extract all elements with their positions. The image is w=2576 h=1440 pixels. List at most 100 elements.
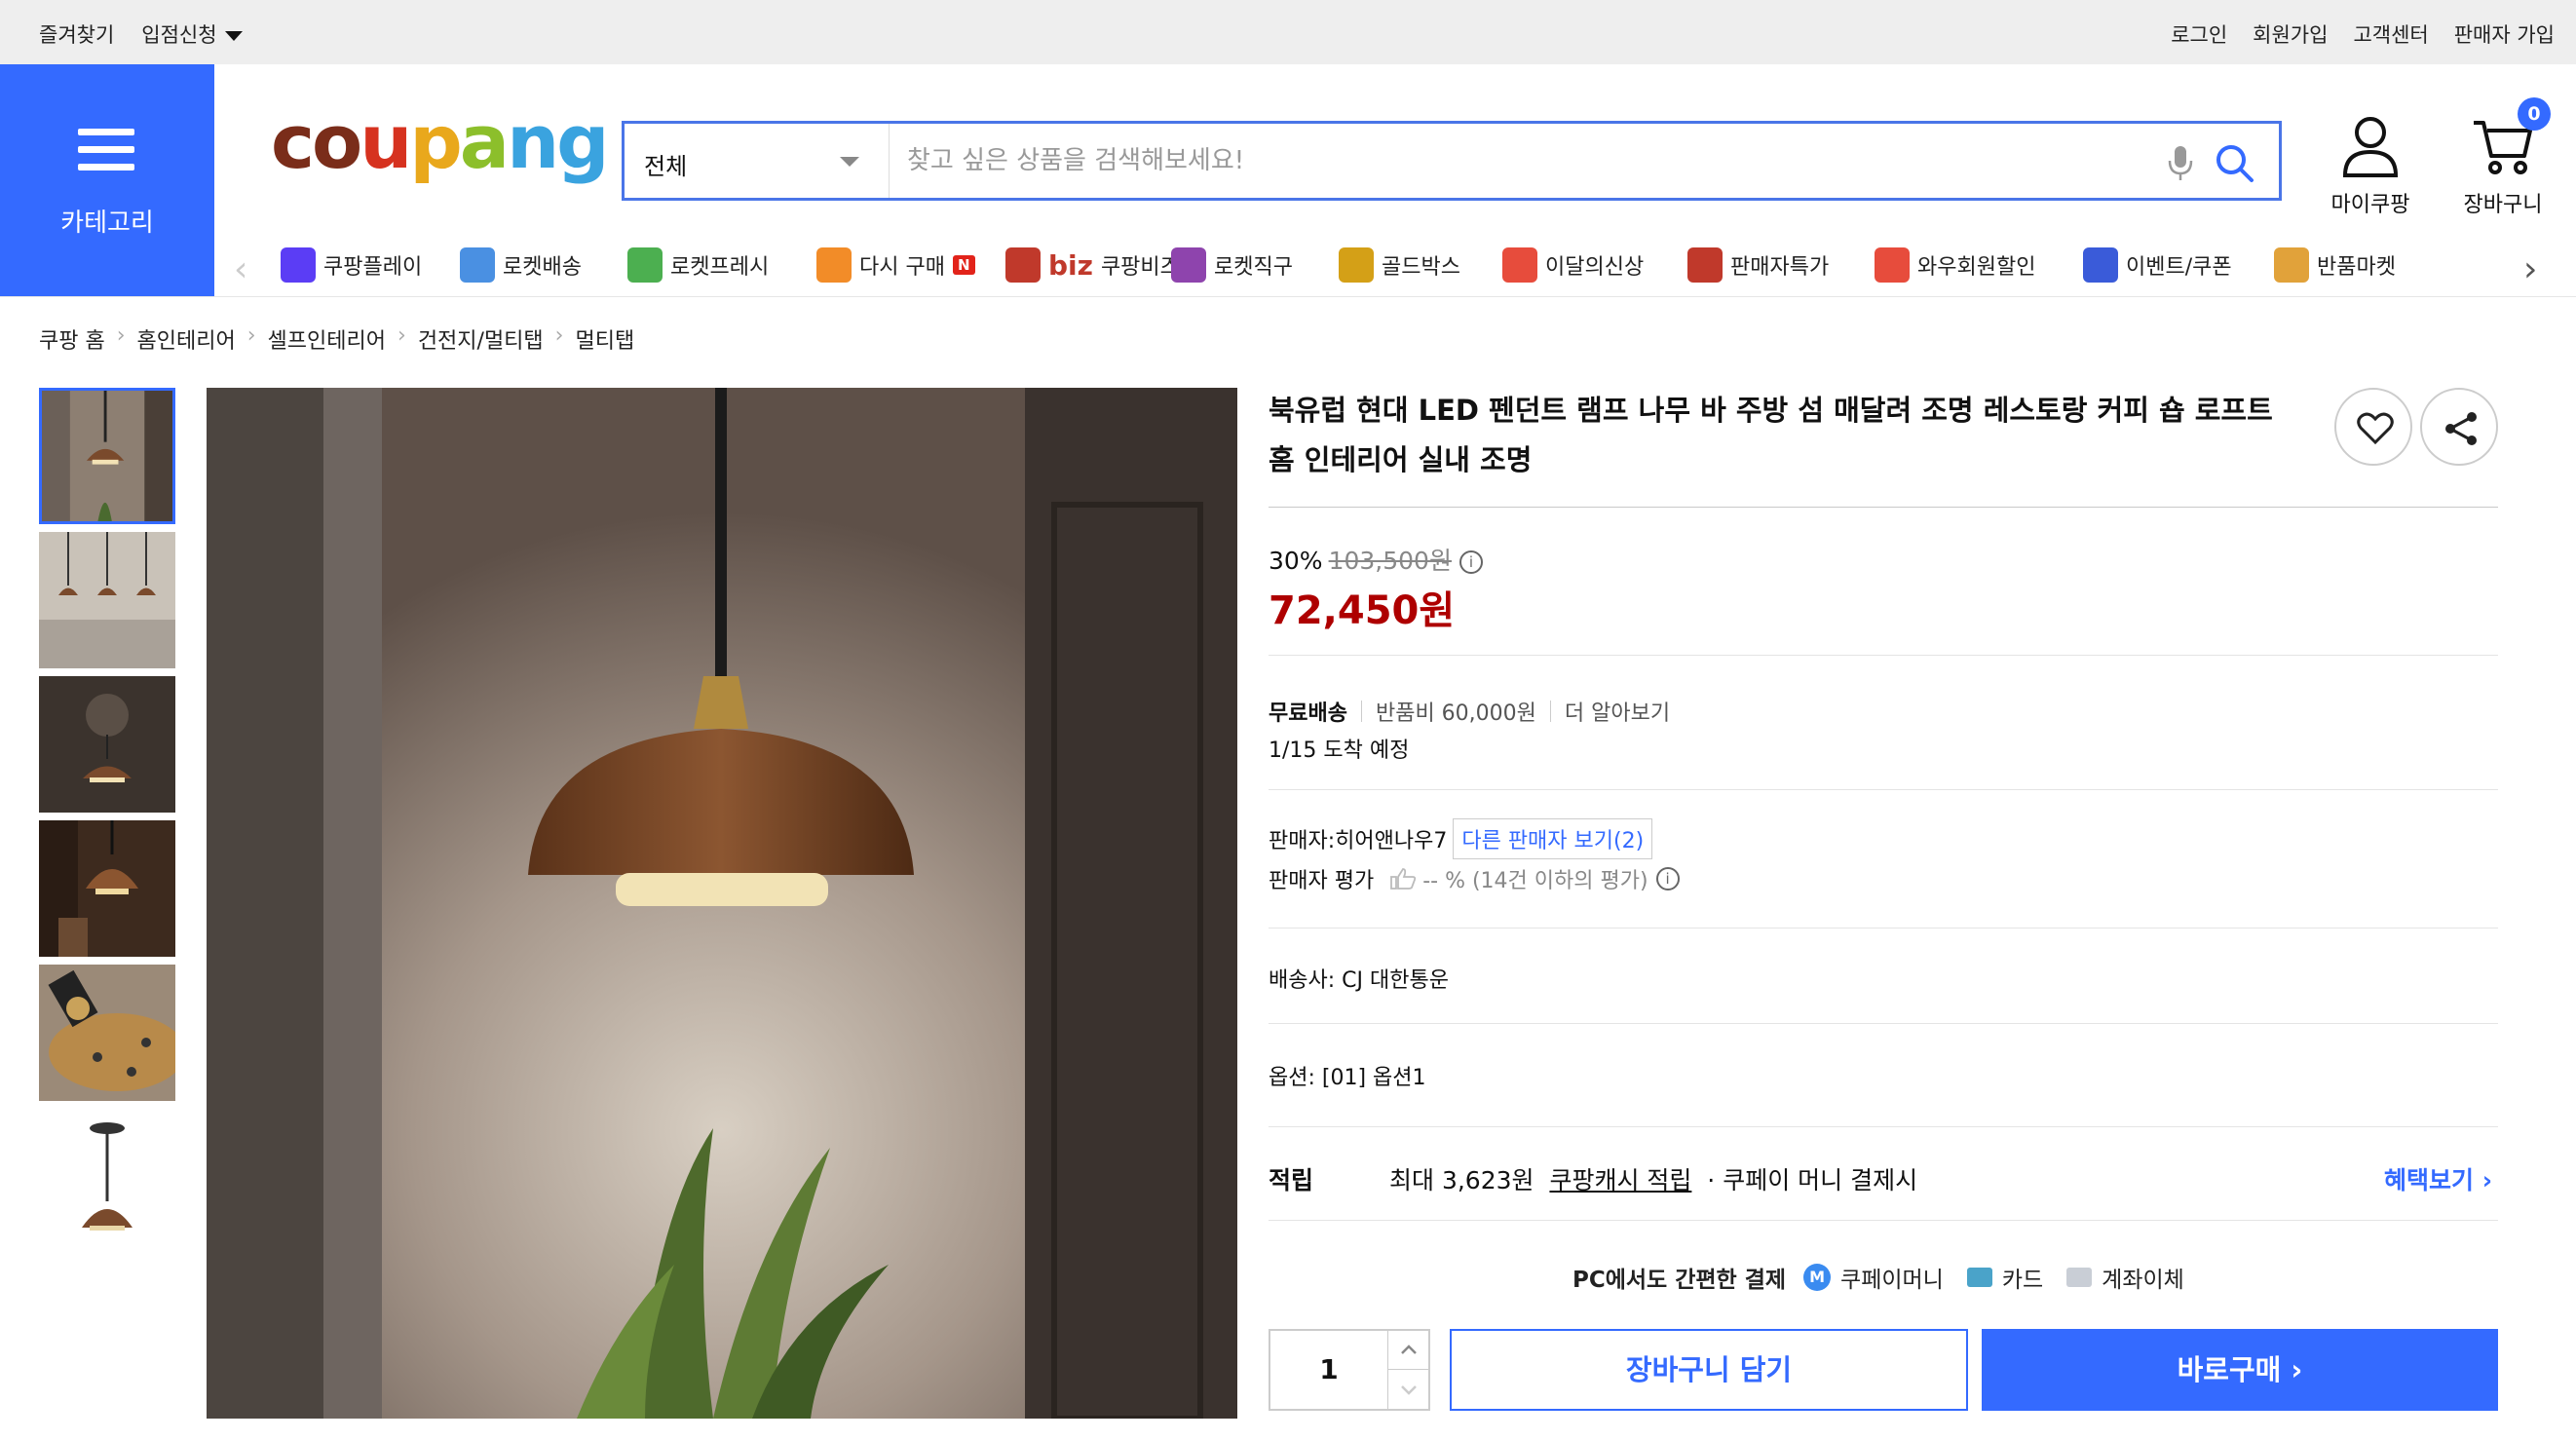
wishlist-button[interactable] [2334, 388, 2412, 466]
coupang-logo[interactable]: coupang [271, 105, 610, 179]
nav-item-2[interactable]: 로켓배송 [460, 246, 582, 284]
biz-icon [1005, 247, 1041, 283]
search-input[interactable] [907, 139, 2076, 182]
nav-item-label: 반품마켓 [2317, 255, 2396, 280]
pay-method-3: 계좌이체 [2102, 1268, 2184, 1293]
seller-apply-menu[interactable]: 입점신청 [141, 19, 243, 49]
quantity-decrease-button[interactable] [1387, 1370, 1428, 1409]
nav-item-10[interactable]: 와우회원할인 [1875, 246, 2035, 284]
thumbnail-6[interactable] [39, 1109, 175, 1245]
seller-rating-value: -- % (14건 이하의 평가) [1422, 869, 1648, 893]
breadcrumb-item[interactable]: 셀프인테리어 [268, 323, 386, 355]
title-divider [1269, 507, 2498, 508]
nav-item-label: 쿠팡플레이 [323, 255, 423, 280]
thumbnail-4[interactable] [39, 820, 175, 957]
rocket-icon [460, 247, 495, 283]
search-category-value: 전체 [644, 153, 688, 180]
free-shipping-label: 무료배송 [1269, 701, 1347, 726]
nav-item-4[interactable]: 다시 구매 N [816, 246, 975, 284]
seller-apply-label: 입점신청 [141, 23, 217, 47]
nav-item-label: 로켓프레시 [670, 255, 770, 280]
main-product-image[interactable] [207, 388, 1237, 1419]
seller-row: 판매자:히어앤나우7 다른 판매자 보기(2) [1269, 818, 1653, 859]
breadcrumb-separator-icon: › [116, 323, 126, 348]
cart-count-badge: 0 [2518, 97, 2551, 131]
bank-transfer-icon [2066, 1268, 2093, 1287]
breadcrumb-item[interactable]: 멀티탭 [575, 323, 634, 355]
customer-center-link[interactable]: 고객센터 [2353, 19, 2428, 49]
breadcrumb: 쿠팡 홈 › 홈인테리어 › 셀프인테리어 › 건전지/멀티탭 › 멀티탭 [39, 323, 634, 355]
nav-item-7[interactable]: 골드박스 [1339, 246, 1460, 284]
search-icon[interactable] [2213, 141, 2255, 184]
other-sellers-button[interactable]: 다른 판매자 보기(2) [1453, 818, 1653, 859]
hamburger-icon [78, 129, 134, 181]
breadcrumb-separator-icon: › [398, 323, 406, 348]
seller-name[interactable]: 판매자:히어앤나우7 [1269, 823, 1447, 854]
nav-prev-icon[interactable]: ‹ [234, 249, 247, 289]
nav-item-6[interactable]: 로켓직구 [1171, 246, 1293, 284]
shipping-row: 무료배송 반품비 60,000원 더 알아보기 [1269, 696, 1670, 727]
reward-amount: 최대 3,623원 [1389, 1166, 1534, 1194]
bookmark-link[interactable]: 즐겨찾기 [39, 19, 114, 49]
cart-button[interactable]: 장바구니 0 [2449, 97, 2557, 218]
card-icon [1966, 1268, 1992, 1287]
breadcrumb-separator-icon: › [554, 323, 564, 348]
price-divider [1269, 655, 2498, 656]
breadcrumb-item[interactable]: 쿠팡 홈 [39, 323, 105, 355]
nav-item-label: 쿠팡비즈 [1100, 255, 1180, 280]
nav-item-1[interactable]: 쿠팡플레이 [281, 246, 422, 284]
nav-item-9[interactable]: 판매자특가 [1687, 246, 1829, 284]
login-link[interactable]: 로그인 [2171, 19, 2227, 49]
return-fee: 반품비 60,000원 [1375, 701, 1536, 726]
share-icon [2445, 412, 2477, 445]
nav-item-label: 골드박스 [1382, 255, 1460, 280]
nav-item-label: 와우회원할인 [1917, 255, 2036, 280]
thumbnail-2[interactable] [39, 532, 175, 668]
nav-next-icon[interactable]: › [2523, 249, 2537, 289]
seller-signup-link[interactable]: 판매자 가입 [2454, 19, 2555, 49]
signup-link[interactable]: 회원가입 [2253, 19, 2328, 49]
option-selected[interactable]: 옵션: [01] 옵션1 [1269, 1060, 1426, 1091]
original-price: 103,500원 [1328, 547, 1452, 575]
thumbnail-3[interactable] [39, 676, 175, 813]
top-utility-bar: 즐겨찾기 입점신청 로그인 회원가입 고객센터 판매자 가입 [0, 0, 2576, 64]
coupang-cash-link[interactable]: 쿠팡캐시 적립 [1549, 1166, 1691, 1194]
add-to-cart-button[interactable]: 장바구니 담기 [1450, 1329, 1968, 1411]
thumbnail-5[interactable] [39, 965, 175, 1101]
reward-divider [1269, 1220, 2498, 1221]
buy-now-button[interactable]: 바로구매 › [1982, 1329, 2498, 1411]
nav-item-12[interactable]: 반품마켓 [2274, 246, 2396, 284]
share-button[interactable] [2420, 388, 2498, 466]
category-menu-button[interactable]: 카테고리 [0, 64, 214, 296]
quantity-stepper: 1 [1269, 1329, 1430, 1411]
pay-method-2: 카드 [2001, 1268, 2044, 1293]
courier-divider [1269, 1023, 2498, 1024]
breadcrumb-item[interactable]: 홈인테리어 [137, 323, 236, 355]
nav-item-5[interactable]: biz 쿠팡비즈 [1005, 246, 1180, 284]
percent-icon [1687, 247, 1723, 283]
nav-item-3[interactable]: 로켓프레시 [627, 246, 769, 284]
thumbnail-1[interactable] [39, 388, 175, 524]
search-category-select[interactable]: 전체 [625, 124, 890, 198]
user-icon [2342, 117, 2399, 177]
nav-item-label: 이달의신상 [1545, 255, 1645, 280]
quantity-increase-button[interactable] [1387, 1331, 1428, 1370]
nav-item-prefix: biz [1048, 248, 1093, 282]
courier: 배송사: CJ 대한통운 [1269, 968, 1449, 993]
seller-rating-label: 판매자 평가 [1269, 869, 1375, 893]
info-icon[interactable]: i [1458, 550, 1483, 574]
shortcut-nav: ‹ › 쿠팡플레이 로켓배송 로켓프레시 다시 구매 N biz 쿠팡비즈 로켓직구 골드박스 이… [214, 232, 2576, 296]
nav-item-8[interactable]: 이달의신상 [1502, 246, 1644, 284]
nav-item-11[interactable]: 이벤트/쿠폰 [2083, 246, 2232, 284]
microphone-icon[interactable] [2166, 143, 2195, 182]
mypage-button[interactable]: 마이쿠팡 [2317, 115, 2424, 218]
benefit-link[interactable]: 혜택보기 › [2384, 1161, 2492, 1196]
breadcrumb-item[interactable]: 건전지/멀티탭 [418, 323, 544, 355]
seller-rating-row: 판매자 평가 -- % (14건 이하의 평가) i [1269, 863, 1680, 894]
chevron-down-icon [1401, 1385, 1417, 1395]
heart-icon [2357, 412, 2394, 445]
rating-info-icon[interactable]: i [1655, 867, 1680, 891]
learn-more-link[interactable]: 더 알아보기 [1565, 696, 1670, 727]
quantity-input[interactable]: 1 [1270, 1331, 1387, 1409]
sale-icon [2274, 247, 2309, 283]
